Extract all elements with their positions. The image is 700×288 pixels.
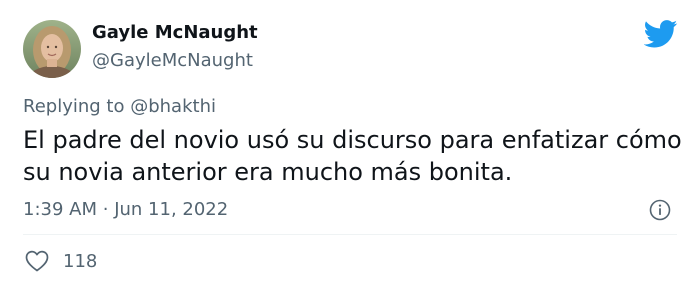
replying-prefix: Replying to <box>23 96 125 117</box>
info-icon[interactable] <box>649 199 671 221</box>
tweet-timestamp[interactable]: 1:39 AM · Jun 11, 2022 <box>23 199 228 220</box>
avatar[interactable] <box>23 20 81 78</box>
reply-mention-link[interactable]: @bhakthi <box>130 96 216 117</box>
tweet-time: 1:39 AM <box>23 199 97 220</box>
author-name[interactable]: Gayle McNaught <box>92 22 258 43</box>
twitter-bird-icon[interactable] <box>643 20 678 48</box>
heart-icon <box>25 250 49 272</box>
like-count: 118 <box>63 250 98 272</box>
tweet-text: El padre del novio usó su discurso para … <box>23 126 682 186</box>
author-handle[interactable]: @GayleMcNaught <box>92 50 253 71</box>
tweet-date: Jun 11, 2022 <box>114 199 229 220</box>
replying-to: Replying to @bhakthi <box>23 96 216 117</box>
tweet-card: Gayle McNaught @GayleMcNaught Replying t… <box>0 0 700 288</box>
meta-separator: · <box>102 199 109 220</box>
profile-photo <box>23 20 81 78</box>
like-button[interactable]: 118 <box>25 249 97 273</box>
divider <box>23 234 677 235</box>
